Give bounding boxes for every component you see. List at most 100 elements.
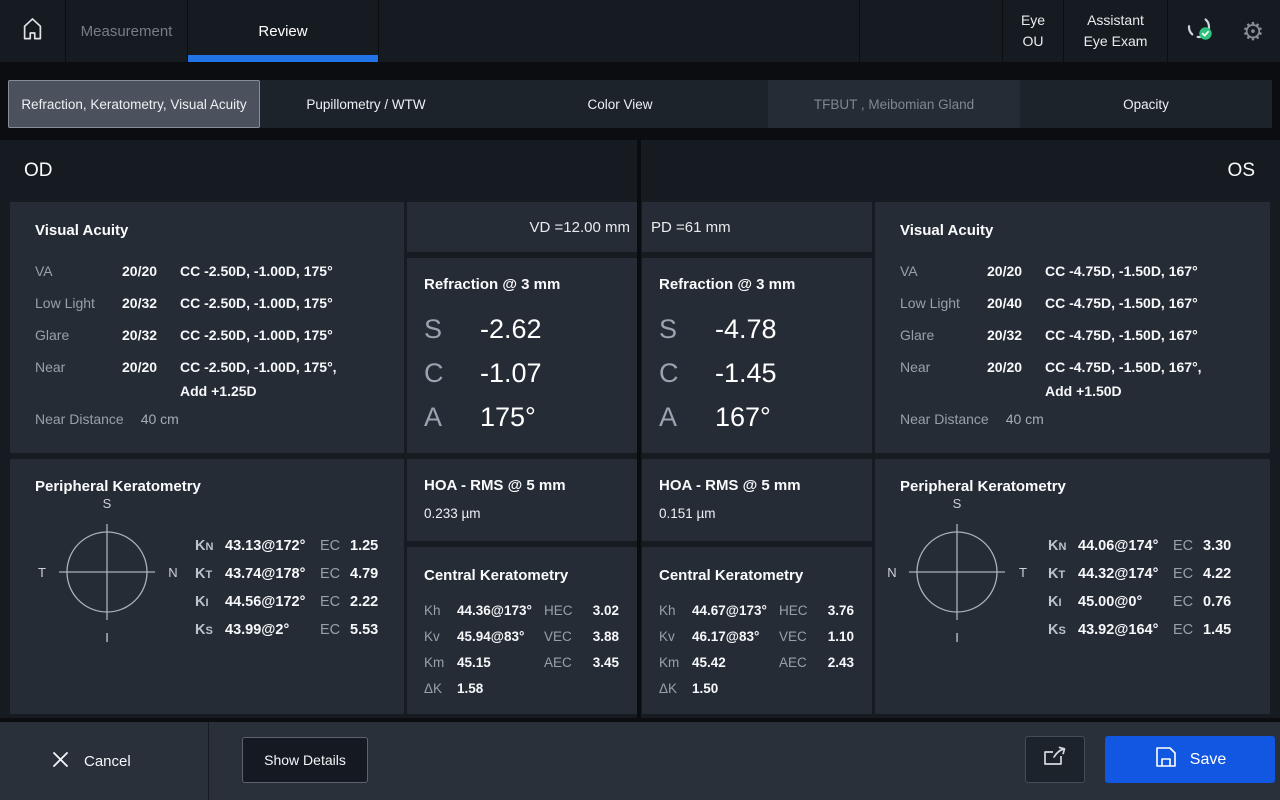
- os-visual-acuity-panel: Visual Acuity VA 20/20 CC -4.75D, -1.50D…: [875, 202, 1270, 453]
- compass-left-label: N: [887, 565, 896, 580]
- cylinder-value: -1.45: [715, 351, 777, 395]
- footer-divider: [208, 722, 209, 800]
- panel-title: Central Keratometry: [424, 567, 619, 584]
- ck-label: ΔK: [659, 676, 692, 702]
- va-row-value: 20/20: [122, 355, 180, 403]
- pk-k-label: KN: [1048, 533, 1078, 561]
- cylinder-label: C: [424, 351, 480, 395]
- ck-row: Kv 46.17@83° VEC 1.10: [659, 624, 854, 650]
- compass-left-label: T: [38, 565, 46, 580]
- va-rx-line2: Add +1.50D: [1045, 383, 1122, 399]
- ck-ecc-label: AEC: [544, 650, 590, 676]
- ck-value: 1.58: [457, 676, 544, 702]
- ck-value: 44.36@173°: [457, 598, 544, 624]
- pk-ec-value: 4.22: [1203, 561, 1231, 589]
- assistant-value: Eye Exam: [1084, 31, 1148, 52]
- ck-label: Kh: [424, 598, 457, 624]
- od-visual-acuity-panel: Visual Acuity VA 20/20 CC -2.50D, -1.00D…: [10, 202, 404, 453]
- pk-row: KS 43.99@2° EC 5.53: [195, 617, 378, 645]
- panel-title: HOA - RMS @ 5 mm: [659, 477, 872, 494]
- close-x-icon: [52, 751, 69, 772]
- pd-value: PD =61 mm: [651, 219, 731, 236]
- results-content: OD OS Visual Acuity VA 20/20 CC -2.50D, …: [0, 140, 1280, 718]
- va-row-rx: CC -4.75D, -1.50D, 167°: [1045, 323, 1270, 347]
- near-distance-label: Near Distance: [35, 411, 124, 427]
- va-row: VA 20/20 CC -2.50D, -1.00D, 175°: [35, 259, 404, 283]
- refraction-row: S -4.78: [659, 307, 872, 351]
- pd-bar: PD =61 mm: [642, 202, 872, 252]
- ck-ecc-label: [779, 676, 825, 702]
- tab-label: TFBUT , Meibomian Gland: [814, 97, 974, 112]
- home-icon: [19, 15, 46, 47]
- va-row-value: 20/40: [987, 291, 1045, 315]
- va-row-label: Glare: [900, 323, 987, 347]
- pk-value: 44.06@174°: [1078, 533, 1173, 561]
- save-button[interactable]: Save: [1105, 736, 1275, 783]
- ck-ecc-value: [590, 676, 619, 702]
- tab-tfbut-meibomian-gland[interactable]: TFBUT , Meibomian Gland: [768, 80, 1020, 128]
- tab-measurement-label: Measurement: [81, 23, 173, 40]
- sphere-label: S: [424, 307, 480, 351]
- tab-review[interactable]: Review: [188, 0, 379, 62]
- ck-label: ΔK: [424, 676, 457, 702]
- va-row-value: 20/32: [987, 323, 1045, 347]
- tab-refraction-keratometry-visual-acuity[interactable]: Refraction, Keratometry, Visual Acuity: [8, 80, 260, 128]
- pk-value: 43.13@172°: [225, 533, 320, 561]
- od-central-keratometry-panel: Central Keratometry Kh 44.36@173° HEC 3.…: [407, 547, 637, 714]
- tab-pupillometry-wtw[interactable]: Pupillometry / WTW: [260, 80, 472, 128]
- near-distance-value: 40 cm: [1006, 411, 1044, 427]
- pk-row: KN 43.13@172° EC 1.25: [195, 533, 378, 561]
- va-row-rx: CC -4.75D, -1.50D, 167°: [1045, 291, 1270, 315]
- show-details-button[interactable]: Show Details: [242, 737, 368, 783]
- near-distance-row: Near Distance 40 cm: [900, 411, 1270, 427]
- pk-ec-label: EC: [320, 533, 350, 561]
- pk-ec-label: EC: [1173, 533, 1203, 561]
- pk-row: KT 44.32@174° EC 4.22: [1048, 561, 1231, 589]
- panel-title: Visual Acuity: [900, 222, 1270, 239]
- axis-value: 175°: [480, 395, 536, 439]
- tab-measurement[interactable]: Measurement: [66, 0, 188, 62]
- os-hoa-panel: HOA - RMS @ 5 mm 0.151 µm: [642, 459, 872, 541]
- axis-label: A: [424, 395, 480, 439]
- eye-value: OU: [1023, 31, 1044, 52]
- cancel-button[interactable]: Cancel: [52, 722, 131, 800]
- va-row-label: Near: [35, 355, 122, 403]
- home-button[interactable]: [0, 0, 66, 62]
- eye-selector[interactable]: Eye OU: [1003, 0, 1064, 62]
- ck-row: Kh 44.67@173° HEC 3.76: [659, 598, 854, 624]
- od-hoa-panel: HOA - RMS @ 5 mm 0.233 µm: [407, 459, 637, 541]
- va-row-label: VA: [900, 259, 987, 283]
- os-title: OS: [1228, 160, 1255, 182]
- va-row-value: 20/20: [987, 259, 1045, 283]
- pk-ec-value: 1.45: [1203, 617, 1231, 645]
- ck-ecc-label: HEC: [779, 598, 825, 624]
- tab-color-view[interactable]: Color View: [472, 80, 768, 128]
- tab-opacity[interactable]: Opacity: [1020, 80, 1272, 128]
- show-details-label: Show Details: [264, 752, 346, 768]
- va-row-value: 20/20: [987, 355, 1045, 403]
- pk-ec-value: 3.30: [1203, 533, 1231, 561]
- ck-row: Kh 44.36@173° HEC 3.02: [424, 598, 619, 624]
- tab-review-label: Review: [258, 23, 307, 40]
- compass-right-label: T: [1019, 565, 1027, 580]
- pk-rows: KN 44.06@174° EC 3.30 KT 44.32@174° EC 4…: [1048, 533, 1231, 645]
- ck-label: Kv: [659, 624, 692, 650]
- pk-ec-label: EC: [1173, 561, 1203, 589]
- va-row: Glare 20/32 CC -2.50D, -1.00D, 175°: [35, 323, 404, 347]
- ck-ecc-label: VEC: [779, 624, 825, 650]
- export-button[interactable]: [1025, 736, 1085, 783]
- topbar-icons: ⚙: [1168, 0, 1280, 62]
- near-distance-value: 40 cm: [141, 411, 179, 427]
- hoa-rms-value: 0.233 µm: [424, 506, 637, 521]
- sphere-value: -4.78: [715, 307, 777, 351]
- settings-gear-icon[interactable]: ⚙: [1242, 19, 1264, 44]
- assistant-selector[interactable]: Assistant Eye Exam: [1064, 0, 1168, 62]
- sync-status-icon[interactable]: [1184, 13, 1216, 50]
- va-row-rx: CC -2.50D, -1.00D, 175°: [180, 291, 404, 315]
- ck-ecc-label: HEC: [544, 598, 590, 624]
- ck-ecc-value: 3.88: [590, 624, 619, 650]
- ck-label: Kh: [659, 598, 692, 624]
- pk-k-label: KT: [195, 561, 225, 589]
- hoa-rms-value: 0.151 µm: [659, 506, 872, 521]
- od-os-divider: [637, 140, 641, 718]
